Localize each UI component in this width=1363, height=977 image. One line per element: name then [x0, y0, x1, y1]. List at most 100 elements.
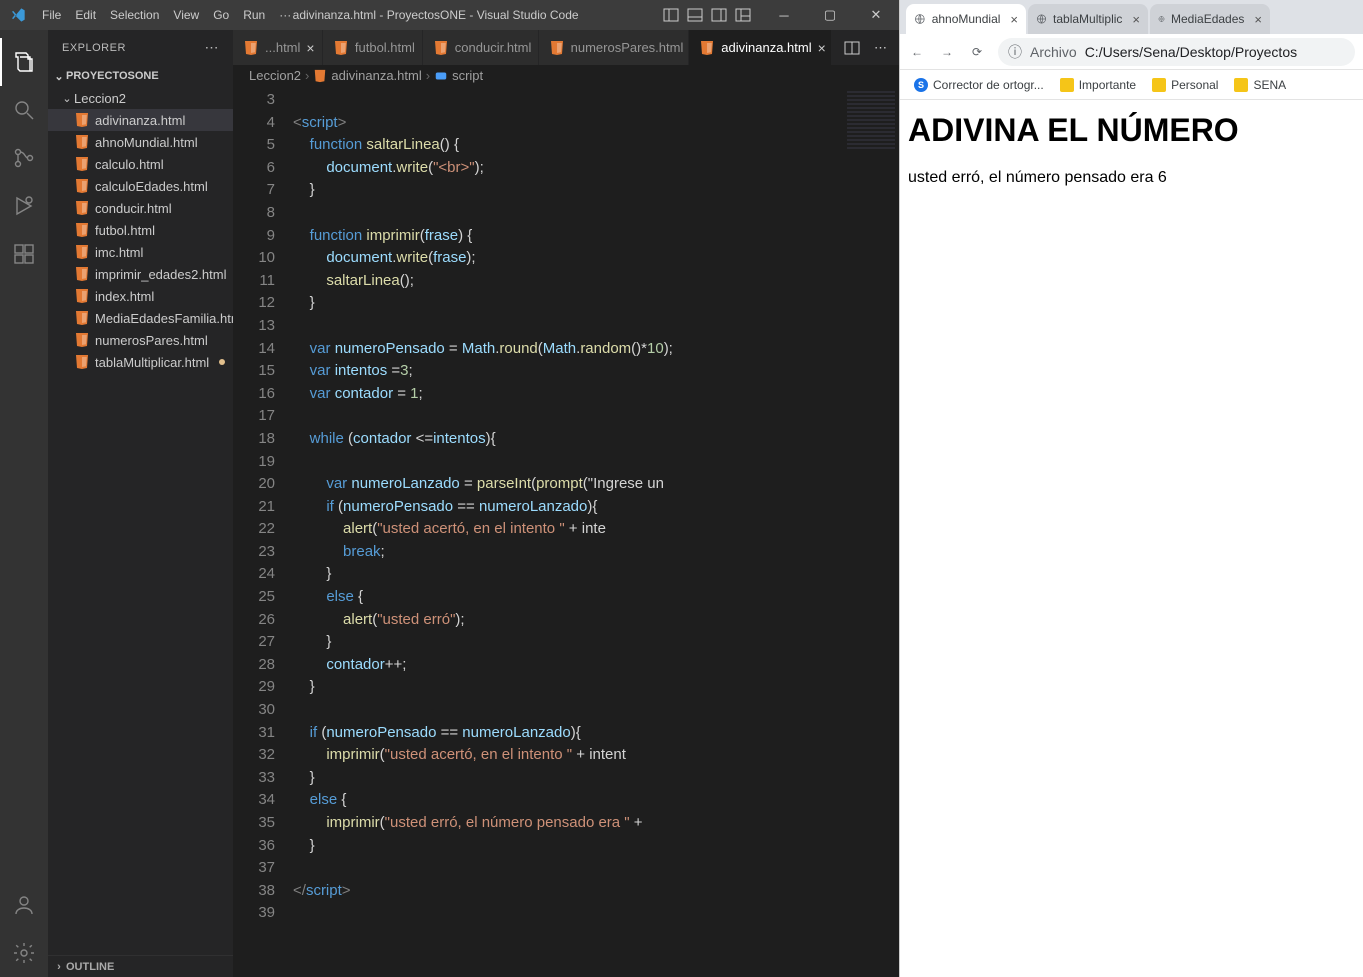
address-bar[interactable]: ⓘ Archivo C:/Users/Sena/Desktop/Proyecto…	[998, 38, 1355, 66]
file-MediaEdadesFamilia.html[interactable]: MediaEdadesFamilia.html	[48, 307, 233, 329]
file-adivinanza.html[interactable]: adivinanza.html	[48, 109, 233, 131]
settings-tab[interactable]	[0, 929, 48, 977]
bookmark-Importante[interactable]: Importante	[1060, 78, 1136, 92]
close-icon[interactable]: ×	[1254, 12, 1262, 27]
panel-left-icon[interactable]	[663, 7, 679, 23]
bookmark-label: Corrector de ortogr...	[933, 78, 1044, 92]
split-editor-icon[interactable]	[844, 40, 860, 56]
bookmark-label: SENA	[1253, 78, 1286, 92]
symbol-icon	[434, 69, 448, 83]
minimize-button[interactable]: ─	[761, 0, 807, 30]
menu-file[interactable]: File	[35, 8, 68, 22]
close-icon[interactable]: ×	[306, 40, 314, 56]
code-editor[interactable]: 3456789101112131415161718192021222324252…	[233, 87, 899, 977]
close-icon[interactable]: ×	[1132, 12, 1140, 27]
html-file-icon	[74, 156, 90, 172]
extensions-tab[interactable]	[0, 230, 48, 278]
outline-section[interactable]: › OUTLINE	[48, 955, 233, 977]
info-icon[interactable]: ⓘ	[1008, 42, 1022, 62]
file-numerosPares.html[interactable]: numerosPares.html	[48, 329, 233, 351]
menu-edit[interactable]: Edit	[68, 8, 103, 22]
file-imprimir_edades2.html[interactable]: imprimir_edades2.html	[48, 263, 233, 285]
more-icon[interactable]: ⋯	[874, 40, 887, 56]
maximize-button[interactable]: ▢	[807, 0, 853, 30]
html-file-icon	[74, 332, 90, 348]
globe-icon	[1036, 12, 1047, 26]
browser-tabs: ahnoMundial×tablaMultiplic×MediaEdades×	[900, 0, 1363, 34]
browser-tab-tablaMultiplic[interactable]: tablaMultiplic×	[1028, 4, 1148, 34]
browser-window: ahnoMundial×tablaMultiplic×MediaEdades× …	[899, 0, 1363, 977]
close-icon[interactable]: ×	[1010, 12, 1018, 27]
breadcrumb-item[interactable]: script	[452, 68, 483, 83]
folder-icon	[1060, 78, 1074, 92]
sidebar-more-icon[interactable]: ⋯	[205, 39, 220, 56]
close-button[interactable]: ✕	[853, 0, 899, 30]
menu-view[interactable]: View	[166, 8, 206, 22]
bookmark-SENA[interactable]: SENA	[1234, 78, 1286, 92]
search-tab[interactable]	[0, 86, 48, 134]
project-root[interactable]: ⌄ PROYECTOSONE	[48, 65, 233, 87]
html-file-icon	[74, 200, 90, 216]
window-controls: ─ ▢ ✕	[761, 0, 899, 30]
bookmark-Corrector de ortogr...[interactable]: SCorrector de ortogr...	[914, 78, 1044, 92]
folder-row[interactable]: ⌄ Leccion2	[48, 87, 233, 109]
breadcrumb-item[interactable]: adivinanza.html	[331, 68, 421, 83]
chevron-right-icon: ›	[305, 68, 309, 83]
file-name: conducir.html	[95, 201, 172, 216]
vscode-logo-icon	[0, 7, 35, 24]
tab-futbol.html[interactable]: futbol.html	[323, 30, 423, 65]
bookmark-Personal[interactable]: Personal	[1152, 78, 1218, 92]
file-ahnoMundial.html[interactable]: ahnoMundial.html	[48, 131, 233, 153]
html-file-icon	[74, 244, 90, 260]
panel-right-icon[interactable]	[711, 7, 727, 23]
file-futbol.html[interactable]: futbol.html	[48, 219, 233, 241]
accounts-tab[interactable]	[0, 881, 48, 929]
tab-label: ...html	[265, 40, 300, 55]
browser-tab-MediaEdades[interactable]: MediaEdades×	[1150, 4, 1270, 34]
line-numbers: 3456789101112131415161718192021222324252…	[233, 87, 293, 977]
file-calculoEdades.html[interactable]: calculoEdades.html	[48, 175, 233, 197]
layout-controls[interactable]	[653, 7, 761, 23]
source-control-tab[interactable]	[0, 134, 48, 182]
html-file-icon	[74, 266, 90, 282]
run-debug-tab[interactable]	[0, 182, 48, 230]
reload-button[interactable]: ⟳	[968, 43, 986, 61]
menu-selection[interactable]: Selection	[103, 8, 166, 22]
html-file-icon	[74, 178, 90, 194]
project-name: PROYECTOSONE	[66, 70, 159, 82]
file-tablaMultiplicar.html[interactable]: tablaMultiplicar.html	[48, 351, 233, 373]
folder-name: Leccion2	[74, 91, 126, 106]
minimap[interactable]	[839, 87, 899, 977]
code-content[interactable]: <script> function saltarLinea() { docume…	[293, 87, 899, 977]
panel-bottom-icon[interactable]	[687, 7, 703, 23]
file-name: tablaMultiplicar.html	[95, 355, 209, 370]
modified-dot-icon	[219, 359, 225, 365]
forward-button[interactable]: →	[938, 43, 956, 61]
browser-tab-ahnoMundial[interactable]: ahnoMundial×	[906, 4, 1026, 34]
editor-area: ...html × futbol.htmlconducir.html numerosP…	[233, 30, 899, 977]
address-text: C:/Users/Sena/Desktop/Proyectos	[1085, 44, 1297, 60]
explorer-sidebar: EXPLORER ⋯ ⌄ PROYECTOSONE ⌄ Leccion2 adi…	[48, 30, 233, 977]
tab-numerosPares.html[interactable]: numerosPares.html	[539, 30, 690, 65]
html-file-icon	[74, 310, 90, 326]
breadcrumb-item[interactable]: Leccion2	[249, 68, 301, 83]
file-calculo.html[interactable]: calculo.html	[48, 153, 233, 175]
browser-toolbar: ← → ⟳ ⓘ Archivo C:/Users/Sena/Desktop/Pr…	[900, 34, 1363, 70]
file-name: imc.html	[95, 245, 143, 260]
tab-adivinanza.html[interactable]: adivinanza.html×	[689, 30, 832, 65]
window-title: adivinanza.html - ProyectosONE - Visual …	[218, 8, 653, 22]
layout-icon[interactable]	[735, 7, 751, 23]
chevron-right-icon: ›	[426, 68, 430, 83]
tab-html[interactable]: ...html ×	[233, 30, 323, 65]
tab-label: numerosPares.html	[571, 40, 684, 55]
file-conducir.html[interactable]: conducir.html	[48, 197, 233, 219]
breadcrumbs[interactable]: Leccion2 › adivinanza.html › script	[233, 65, 899, 87]
file-index.html[interactable]: index.html	[48, 285, 233, 307]
close-icon[interactable]: ×	[818, 40, 826, 56]
back-button[interactable]: ←	[908, 43, 926, 61]
tab-conducir.html[interactable]: conducir.html	[423, 30, 539, 65]
file-imc.html[interactable]: imc.html	[48, 241, 233, 263]
html-file-icon	[74, 134, 90, 150]
explorer-tab[interactable]	[0, 38, 48, 86]
file-name: adivinanza.html	[95, 113, 185, 128]
